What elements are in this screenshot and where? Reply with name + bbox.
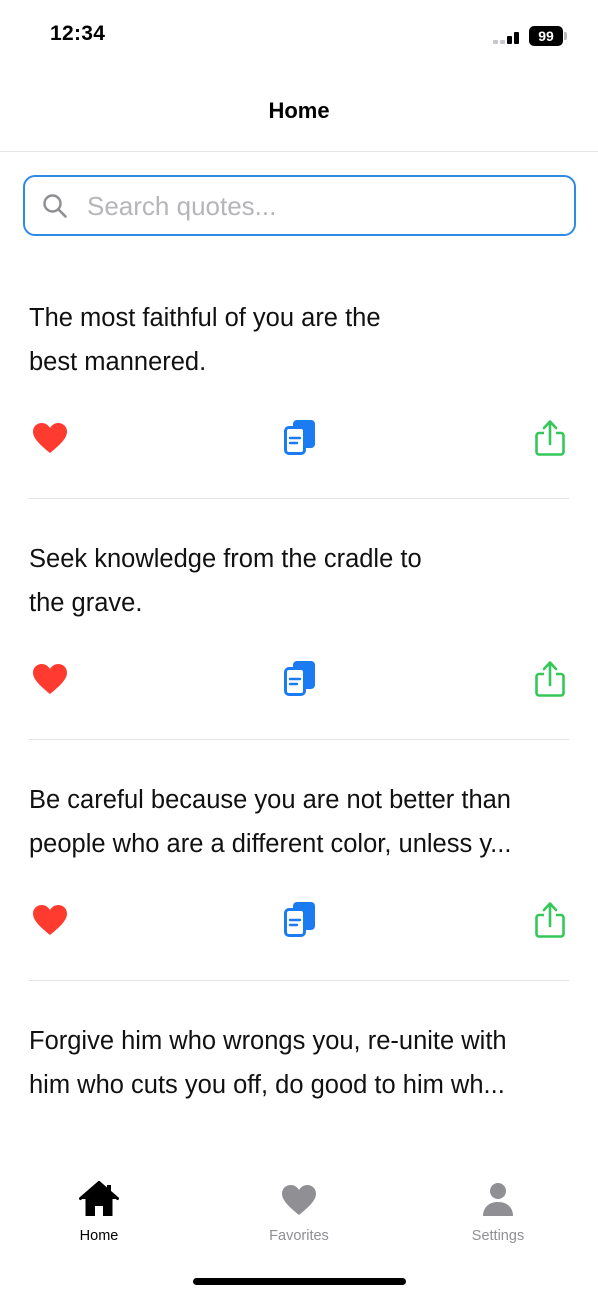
share-button[interactable] — [525, 654, 575, 704]
tab-label: Settings — [471, 1228, 525, 1244]
tab-bar: Home Favorites Settings — [0, 1160, 598, 1270]
quote-actions — [0, 413, 598, 463]
share-icon — [535, 661, 565, 697]
quote-card: Forgive him who wrongs you, re-unite wit… — [0, 981, 598, 1138]
quote-text-line: people who are a different color, unless… — [29, 830, 512, 858]
quote-card: Seek knowledge from the cradle to the gr… — [0, 499, 598, 740]
quote-text-line: Seek knowledge from the cradle to — [29, 545, 422, 573]
quote-text[interactable]: Seek knowledge from the cradle to the gr… — [29, 537, 449, 625]
quote-text[interactable]: The most faithful of you are the best ma… — [29, 296, 449, 384]
battery-level: 99 — [538, 28, 554, 44]
status-bar: 12:34 99 — [0, 0, 598, 70]
favorite-button[interactable] — [25, 413, 75, 463]
battery-tip — [564, 32, 567, 40]
tab-settings[interactable]: Settings — [428, 1180, 568, 1250]
quote-list: The most faithful of you are the best ma… — [0, 258, 598, 1138]
quote-text[interactable]: Be careful because you are not better th… — [29, 778, 574, 866]
share-icon — [535, 420, 565, 456]
app-screen: 12:34 99 Home The most faithful of you a… — [0, 0, 598, 1300]
quote-text-line: Forgive him who wrongs you, re-unite wit… — [29, 1027, 507, 1055]
house-icon — [79, 1180, 119, 1220]
copy-icon — [284, 661, 315, 696]
heart-icon — [33, 905, 67, 935]
copy-icon — [284, 420, 315, 455]
quote-text-line: best mannered. — [29, 348, 207, 376]
tab-home[interactable]: Home — [29, 1180, 169, 1250]
share-icon — [535, 902, 565, 938]
copy-icon — [284, 902, 315, 937]
copy-button[interactable] — [275, 413, 325, 463]
quote-actions — [0, 654, 598, 704]
quote-card: Be careful because you are not better th… — [0, 740, 598, 981]
share-button[interactable] — [525, 895, 575, 945]
quote-text-line: Be careful because you are not better th… — [29, 786, 511, 814]
quote-text-line: him who cuts you off, do good to him wh.… — [29, 1071, 505, 1099]
quote-card: The most faithful of you are the best ma… — [0, 258, 598, 499]
favorite-button[interactable] — [25, 654, 75, 704]
navigation-bar: Home — [0, 70, 598, 152]
cellular-signal-icon — [493, 30, 521, 44]
quote-text-line: the grave. — [29, 589, 143, 617]
quote-text-line: The most faithful of you are the — [29, 304, 381, 332]
search-input[interactable] — [87, 187, 557, 225]
favorite-button[interactable] — [25, 895, 75, 945]
quote-text[interactable]: Forgive him who wrongs you, re-unite wit… — [29, 1019, 574, 1107]
search-icon — [43, 194, 67, 218]
person-icon — [478, 1180, 518, 1220]
share-button[interactable] — [525, 413, 575, 463]
tab-favorites[interactable]: Favorites — [229, 1180, 369, 1250]
copy-button[interactable] — [275, 895, 325, 945]
heart-icon — [33, 423, 67, 453]
page-title: Home — [268, 98, 330, 123]
heart-icon — [279, 1180, 319, 1220]
heart-icon — [33, 664, 67, 694]
status-time: 12:34 — [50, 22, 106, 45]
tab-label: Home — [79, 1228, 119, 1244]
search-bar[interactable] — [23, 175, 576, 236]
home-indicator[interactable] — [193, 1278, 406, 1285]
battery-icon: 99 — [529, 26, 563, 46]
quote-actions — [0, 895, 598, 945]
copy-button[interactable] — [275, 654, 325, 704]
tab-label: Favorites — [269, 1228, 329, 1244]
